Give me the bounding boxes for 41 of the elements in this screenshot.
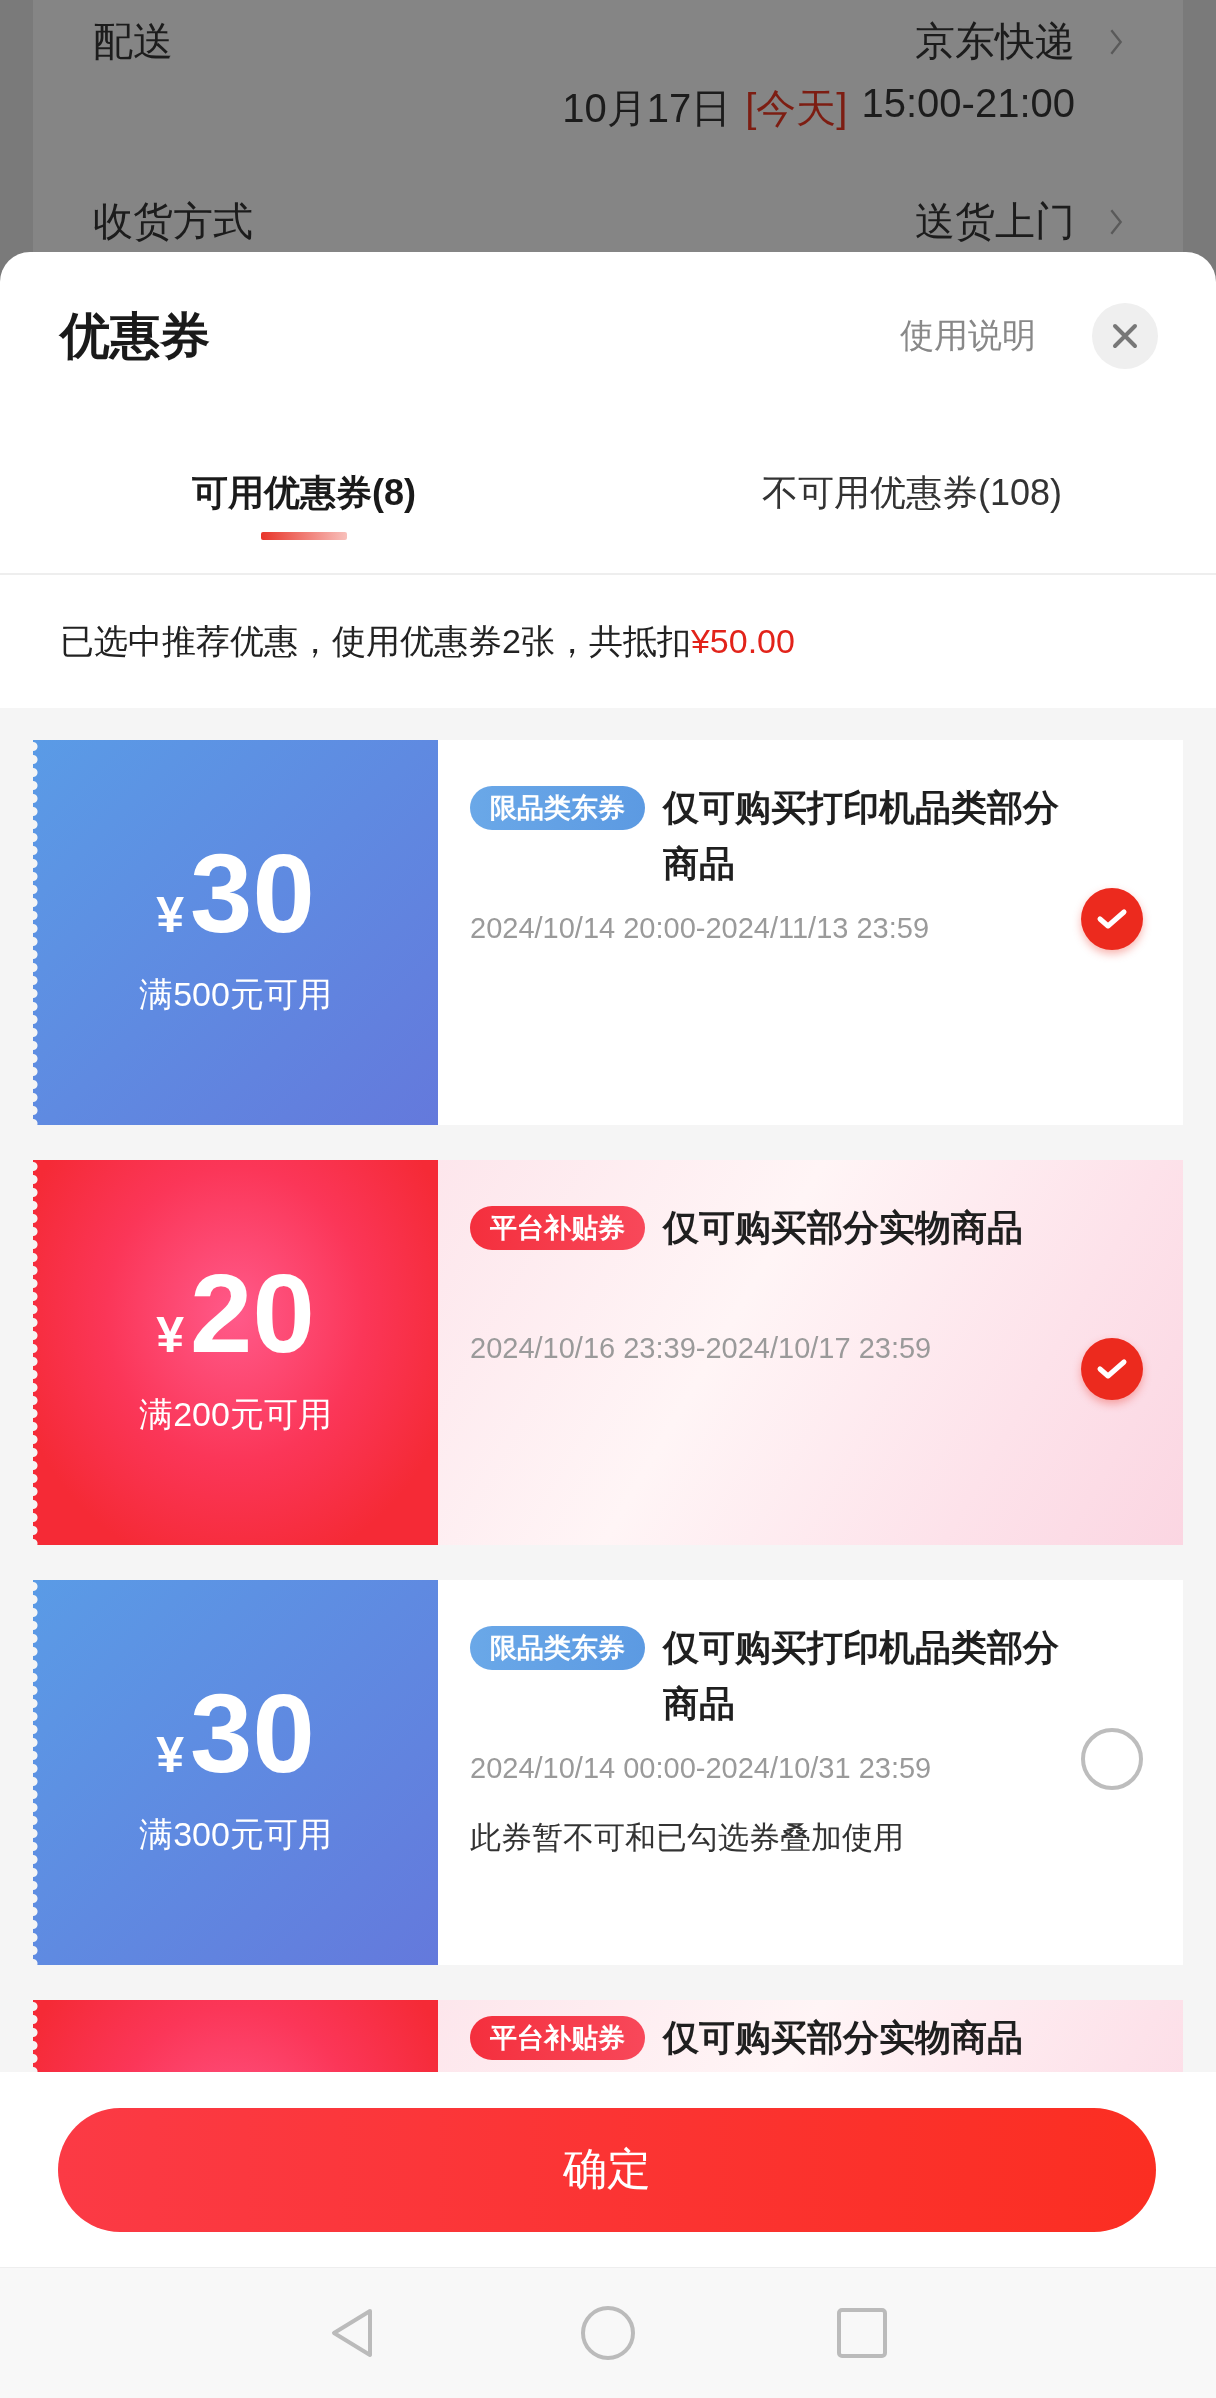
tab[interactable]: 不可用优惠券(108) <box>608 420 1216 573</box>
coupon-checkbox[interactable] <box>1081 1338 1143 1400</box>
coupon-validity: 2024/10/14 20:00-2024/11/13 23:59 <box>470 912 931 945</box>
coupon-card[interactable]: 限品类东券 仅可购买打印机品类部分商品 2024/10/14 00:00-2024/10/31 23:59 此券暂不可和已勾选券叠加使用 <box>438 1580 1183 1965</box>
coupon-condition: 满200元可用 <box>139 1393 332 1435</box>
coupon-validity: 2024/10/14 00:00-2024/10/31 23:59 <box>470 1752 933 1785</box>
coupon-checkbox[interactable] <box>1081 888 1143 950</box>
coupon-tag: 平台补贴券 <box>470 1206 645 1250</box>
checkmark-icon <box>1096 1357 1128 1381</box>
coupon-condition: 满500元可用 <box>139 973 332 1015</box>
tab[interactable]: 可用优惠券(8) <box>0 420 608 573</box>
coupon-amount: 30 <box>190 837 315 950</box>
coupon-title: 仅可购买部分实物商品 <box>663 2016 1023 2060</box>
coupon-card[interactable]: 平台补贴券 仅可购买部分实物商品 <box>438 2000 1183 2072</box>
coupon-amount: 20 <box>190 1257 315 1370</box>
coupon-tag: 限品类东券 <box>470 1626 645 1670</box>
coupon-tag: 限品类东券 <box>470 786 645 830</box>
coupon-card[interactable]: 限品类东券 仅可购买打印机品类部分商品 2024/10/14 20:00-2024/11/13 23:59 <box>438 740 1183 1125</box>
delivery-time: 10月17日 [今天] 15:00-21:00 <box>562 81 1075 132</box>
coupon-title: 仅可购买打印机品类部分商品 <box>663 1626 1060 1726</box>
coupon-condition: 满300元可用 <box>139 1813 332 1855</box>
currency-symbol: ¥ <box>156 1725 185 1784</box>
close-icon <box>1112 323 1138 349</box>
help-link[interactable]: 使用说明 <box>900 313 1036 359</box>
summary-text: 已选中推荐优惠，使用优惠券2张，共抵扣¥50.00 <box>59 620 796 662</box>
currency-symbol: ¥ <box>156 1305 185 1364</box>
coupon-tag: 平台补贴券 <box>470 2016 645 2060</box>
coupon-card[interactable]: 平台补贴券 仅可购买部分实物商品 2024/10/16 23:39-2024/10/17 23:59 <box>438 1160 1183 1545</box>
coupon-title: 仅可购买部分实物商品 <box>663 1206 1023 1250</box>
row-label: 收货方式 <box>93 198 253 245</box>
coupon-amount: 30 <box>190 1677 315 1790</box>
currency-symbol: ¥ <box>156 885 185 944</box>
row-label: 配送 <box>93 18 173 65</box>
sheet-title: 优惠券 <box>60 306 211 366</box>
coupon-title: 仅可购买打印机品类部分商品 <box>663 786 1060 886</box>
coupon-validity: 2024/10/16 23:39-2024/10/17 23:59 <box>470 1332 933 1365</box>
checkmark-icon <box>1096 907 1128 931</box>
confirm-button[interactable]: 确定 <box>58 2107 1156 2232</box>
row-value[interactable]: 京东快递 <box>915 14 1075 69</box>
coupon-note: 此券暂不可和已勾选券叠加使用 <box>470 1819 905 1857</box>
row-value[interactable]: 送货上门 <box>915 194 1075 249</box>
